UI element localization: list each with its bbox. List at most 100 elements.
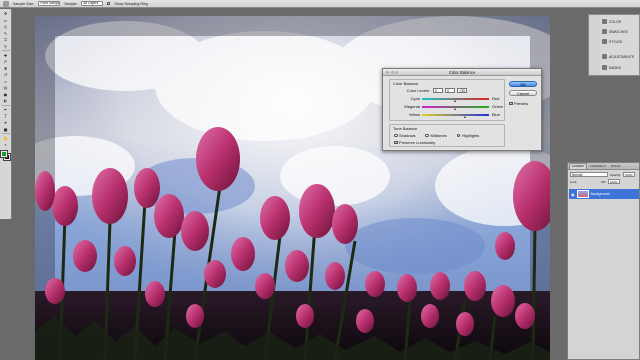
sample-size-label: Sample Size: — [13, 1, 35, 6]
pen-icon[interactable]: ✒ — [2, 107, 10, 112]
group-title: Color Balance — [393, 81, 419, 86]
dock-label: MASKS — [609, 65, 621, 70]
dock-label: COLOR — [609, 19, 622, 24]
slider-thumb[interactable] — [453, 99, 456, 102]
gradient-icon[interactable]: ▤ — [2, 85, 10, 90]
midtones-radio[interactable]: Midtones — [425, 133, 447, 138]
layer-row[interactable]: ◉ Background — [569, 189, 639, 199]
opacity-field[interactable]: 100% — [623, 172, 636, 177]
cancel-button[interactable]: Cancel — [509, 90, 537, 96]
lock-row: Lock: Fill: 100% — [570, 179, 620, 184]
tab-layers[interactable]: LAYERS — [569, 163, 587, 169]
path-select-icon[interactable]: ➤ — [2, 120, 10, 125]
dock-label: SWATCHES — [609, 29, 628, 34]
tab-channels[interactable]: CHANNELS — [588, 164, 608, 169]
slider-thumb[interactable] — [453, 107, 456, 110]
group-title: Tone Balance — [393, 126, 418, 131]
color-panel-icon — [602, 19, 607, 24]
lasso-icon[interactable]: ϙ — [2, 24, 10, 29]
blur-icon[interactable]: ● — [2, 92, 10, 97]
preserve-luminosity-label: Preserve Luminosity — [399, 140, 436, 145]
zoom-icon[interactable]: ⌕ — [2, 142, 10, 147]
quick-select-icon[interactable]: ✎ — [2, 31, 10, 36]
slider-right-label: Green — [492, 104, 504, 109]
eye-icon[interactable]: ◉ — [571, 192, 575, 197]
slider-thumb[interactable] — [463, 115, 466, 118]
dock-styles[interactable]: STYLES — [602, 39, 622, 44]
dock-label: ADJUSTMENTS — [609, 54, 635, 59]
color-levels-row: Color Levels: 0 0 +30 — [400, 88, 467, 93]
dock-adjustments[interactable]: ADJUSTMENTS — [602, 54, 634, 59]
radio-label: Highlights — [461, 133, 480, 138]
layers-panel: LAYERS CHANNELS PATHS Normal Opacity: 10… — [567, 162, 640, 360]
tone-balance-group: Tone Balance Shadows Midtones Highlights… — [389, 124, 505, 147]
slider-left-label: Magenta — [404, 104, 420, 109]
level-cyan-red-field[interactable]: 0 — [433, 88, 443, 93]
fill-label: Fill: — [601, 179, 606, 184]
toolbox-divider — [1, 50, 10, 51]
sample-size-select[interactable]: Point Sample — [38, 1, 61, 6]
highlights-radio[interactable]: Highlights — [456, 133, 480, 138]
preview-label: Preview — [514, 101, 529, 106]
slider-right-label: Red — [492, 96, 500, 101]
ok-button[interactable]: OK — [509, 81, 537, 87]
dock-masks[interactable]: MASKS — [602, 65, 621, 70]
healing-icon[interactable]: ✚ — [2, 53, 10, 58]
slider-track[interactable] — [422, 114, 489, 116]
radio-dot[interactable] — [425, 133, 429, 138]
move-icon[interactable]: ✥ — [2, 11, 10, 16]
dialog-title: Color Balance — [448, 70, 476, 75]
brush-icon[interactable]: ✐ — [2, 59, 10, 64]
shape-icon[interactable]: ■ — [2, 127, 10, 132]
history-brush-icon[interactable]: ↺ — [2, 72, 10, 77]
magenta-green-slider[interactable]: Magenta Green — [390, 104, 506, 110]
clone-stamp-icon[interactable]: ♜ — [2, 66, 10, 71]
eyedropper-tool-icon[interactable] — [3, 0, 9, 7]
radio-dot[interactable] — [456, 133, 461, 138]
blend-mode-select[interactable]: Normal — [570, 172, 608, 177]
color-swatches[interactable] — [0, 149, 11, 161]
slider-right-label: Blue — [492, 112, 501, 117]
toolbox-divider — [1, 104, 10, 106]
level-magenta-green-field[interactable]: 0 — [445, 88, 455, 93]
show-ring-checkbox[interactable] — [107, 2, 111, 5]
level-yellow-blue-field[interactable]: +30 — [457, 88, 467, 93]
swatches-panel-icon — [602, 29, 607, 34]
styles-panel-icon — [602, 39, 607, 44]
zoom-window-icon[interactable] — [395, 71, 398, 74]
sample-select[interactable]: All Layers — [81, 1, 104, 6]
preview-row[interactable]: ✓ Preview — [509, 101, 528, 106]
color-balance-group: Color Balance Color Levels: 0 0 +30 Cyan… — [389, 79, 505, 121]
sample-label: Sample: — [64, 1, 78, 6]
yellow-blue-slider[interactable]: Yellow Blue — [390, 112, 506, 118]
options-bar: Sample Size: Point Sample Sample: All La… — [0, 0, 640, 8]
preview-checkbox[interactable]: ✓ — [509, 101, 513, 105]
cyan-red-slider[interactable]: Cyan Red — [390, 96, 506, 102]
dialog-titlebar[interactable]: Color Balance — [383, 69, 541, 76]
preserve-luminosity-row[interactable]: ✓ Preserve Luminosity — [394, 140, 435, 145]
slider-left-label: Yellow — [408, 112, 420, 117]
type-icon[interactable]: T — [2, 114, 10, 119]
fill-field[interactable]: 100% — [607, 179, 620, 184]
dodge-icon[interactable]: ◐ — [2, 98, 10, 103]
marquee-icon[interactable]: ▭ — [2, 18, 10, 23]
radio-dot[interactable] — [394, 133, 398, 138]
dock-swatches[interactable]: SWATCHES — [602, 29, 628, 34]
show-ring-label: Show Sampling Ring — [114, 1, 148, 6]
foreground-color-swatch[interactable] — [0, 149, 8, 158]
eraser-icon[interactable]: ▱ — [2, 79, 10, 84]
slider-left-label: Cyan — [410, 96, 420, 101]
hand-icon[interactable]: ✋ — [2, 136, 10, 141]
adjustments-panel-icon — [602, 54, 607, 59]
close-icon[interactable] — [386, 71, 389, 74]
dock-color[interactable]: COLOR — [602, 19, 621, 24]
shadows-radio[interactable]: Shadows — [394, 133, 415, 138]
preserve-luminosity-checkbox[interactable]: ✓ — [394, 140, 398, 144]
tab-paths[interactable]: PATHS — [609, 164, 623, 169]
masks-panel-icon — [602, 65, 607, 70]
crop-icon[interactable]: ⌗ — [2, 37, 10, 42]
radio-label: Midtones — [430, 133, 447, 138]
eyedropper-icon[interactable]: ⚲ — [2, 44, 10, 49]
minimize-icon[interactable] — [390, 71, 394, 74]
blend-row: Normal Opacity: 100% — [570, 172, 636, 177]
